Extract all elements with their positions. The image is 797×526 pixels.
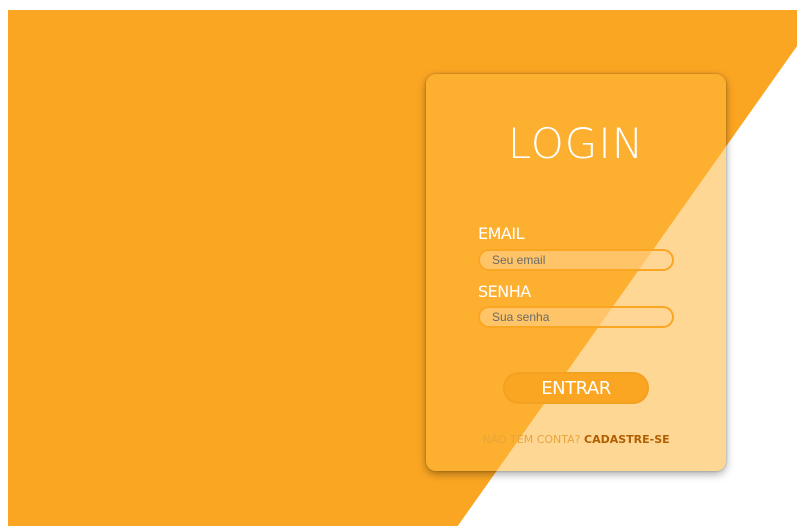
login-card: LOGIN EMAIL SENHA ENTRAR NÃO TEM CONTA? … [426, 74, 726, 471]
page-title: LOGIN [507, 119, 645, 168]
signup-prompt: NÃO TEM CONTA? CADASTRE-SE [426, 433, 726, 446]
login-submit-button[interactable]: ENTRAR [503, 372, 649, 404]
password-field[interactable] [478, 306, 674, 328]
password-label: SENHA [478, 282, 531, 301]
email-label: EMAIL [478, 224, 525, 243]
no-account-text: NÃO TEM CONTA? [482, 433, 581, 446]
email-field[interactable] [478, 249, 674, 271]
signup-link[interactable]: CADASTRE-SE [584, 433, 670, 446]
